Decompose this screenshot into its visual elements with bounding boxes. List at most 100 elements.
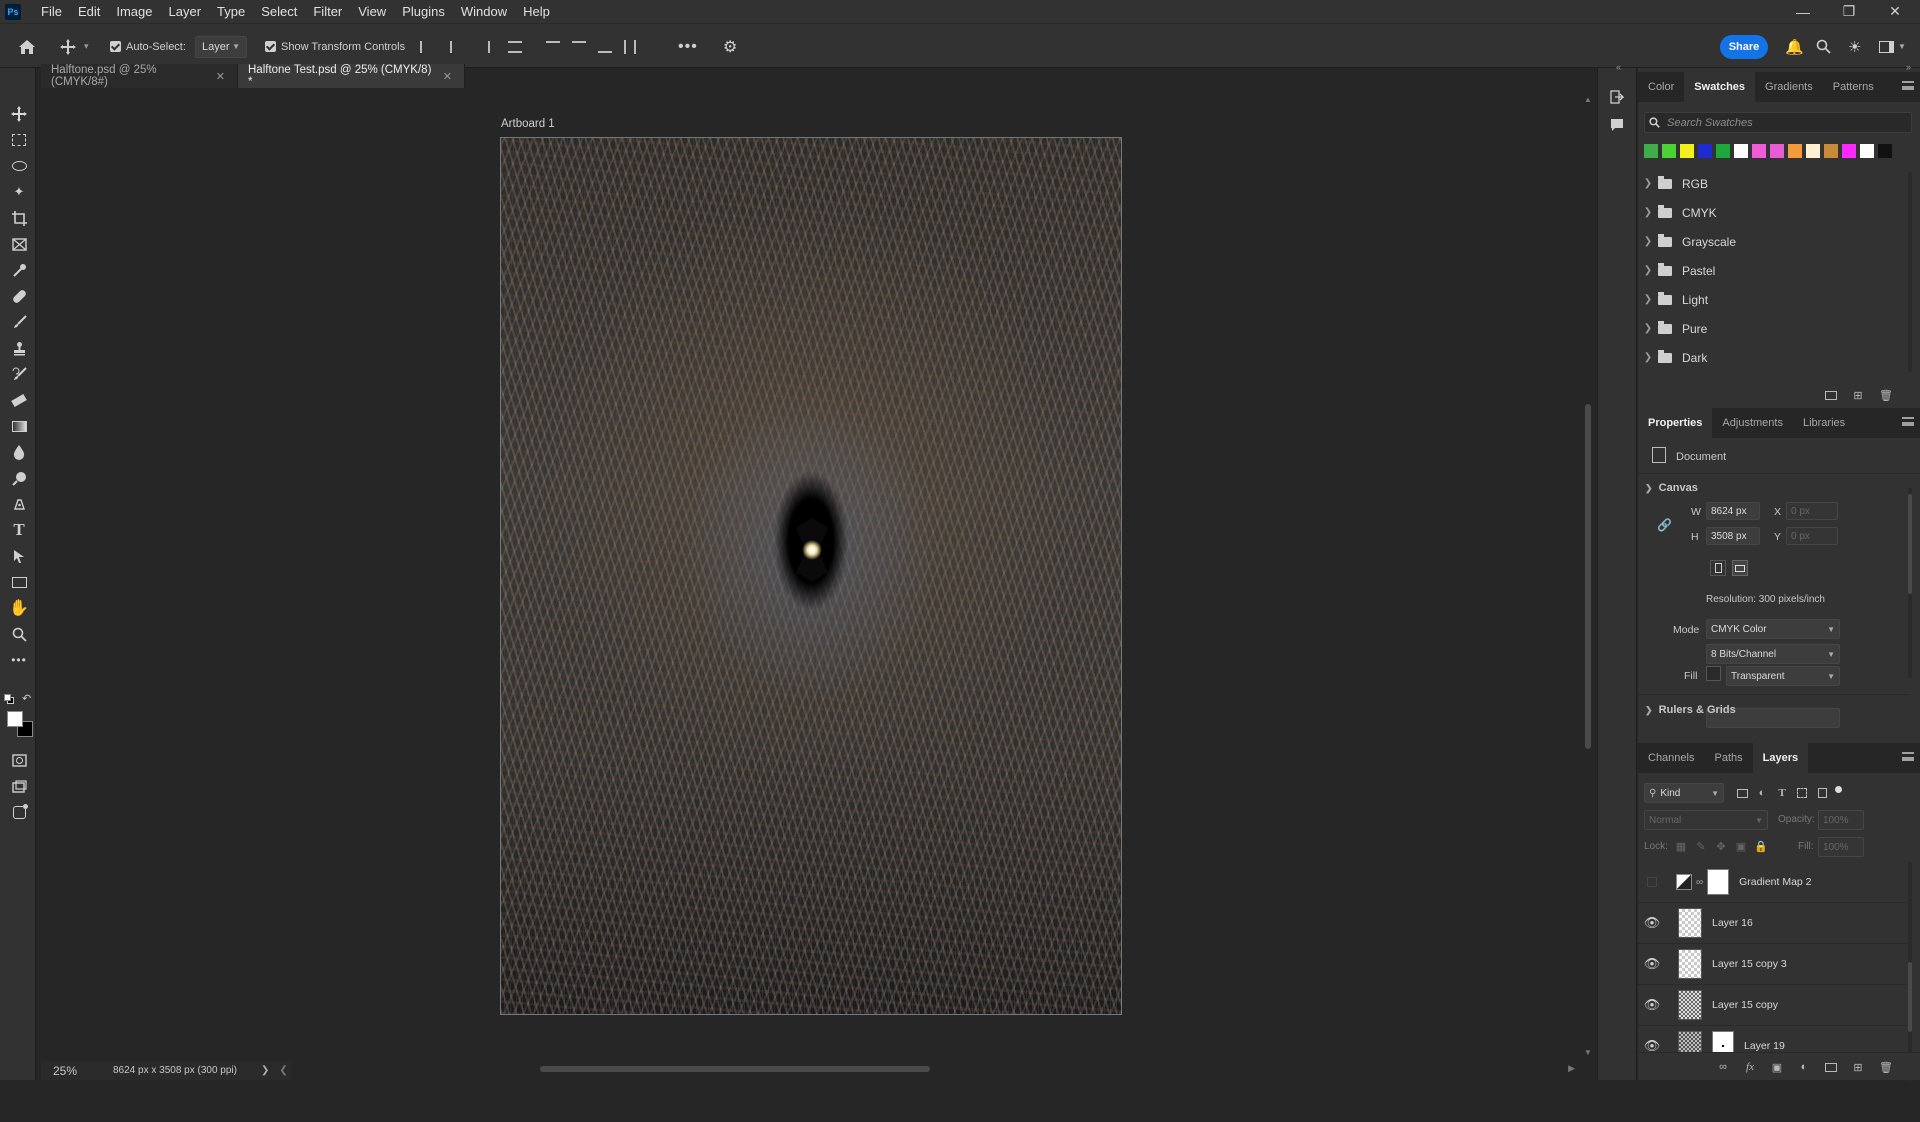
menu-layer[interactable]: Layer (161, 0, 210, 23)
fill-color-swatch[interactable] (1706, 666, 1721, 681)
eye-icon[interactable]: 👁 (1638, 997, 1666, 1013)
menu-window[interactable]: Window (453, 0, 515, 23)
menu-type[interactable]: Type (209, 0, 253, 23)
horizontal-scrollbar[interactable]: ▶ (290, 1062, 1581, 1076)
share-button[interactable]: Share (1720, 34, 1768, 59)
new-adjustment-layer-icon[interactable]: ◐ (1797, 1060, 1811, 1074)
recent-swatch[interactable] (1644, 144, 1658, 158)
recent-swatch[interactable] (1716, 144, 1730, 158)
filter-smart-objects-icon[interactable] (1815, 786, 1829, 800)
recent-swatch[interactable] (1770, 144, 1784, 158)
tab-color[interactable]: Color (1638, 72, 1684, 102)
height-field[interactable]: 3508 px (1706, 527, 1760, 545)
fill-dropdown[interactable]: Transparent ▼ (1726, 666, 1840, 686)
layer-visibility-toggle[interactable] (1638, 875, 1666, 890)
width-field[interactable]: 8624 px (1706, 502, 1760, 520)
recent-swatch[interactable] (1734, 144, 1748, 158)
layer-filter-kind-dropdown[interactable]: ⚲ Kind ▼ (1644, 783, 1724, 803)
properties-scrollbar[interactable] (1908, 488, 1912, 678)
swatches-search-input[interactable]: Search Swatches (1644, 112, 1912, 133)
close-icon[interactable]: ✕ (443, 70, 452, 83)
swap-colors-icon[interactable]: ↶ (22, 692, 31, 705)
menu-edit[interactable]: Edit (70, 0, 108, 23)
bell-icon[interactable]: 🔔 (1785, 24, 1804, 69)
collapse-dock-icon[interactable]: « (1616, 62, 1621, 72)
pen-tool-icon[interactable] (8, 493, 30, 515)
align-center-horizontal-icon[interactable] (450, 40, 464, 53)
tab-layers[interactable]: Layers (1752, 743, 1809, 773)
zoom-level[interactable]: 25% (41, 1064, 91, 1078)
menu-plugins[interactable]: Plugins (394, 0, 453, 23)
lightbulb-icon[interactable]: ☀ (1848, 24, 1861, 69)
healing-brush-tool-icon[interactable] (8, 285, 30, 307)
align-bottom-icon[interactable] (598, 41, 612, 53)
recent-swatch[interactable] (1806, 144, 1820, 158)
workspace-icon[interactable]: ▼ (1879, 24, 1906, 69)
quick-mask-icon[interactable] (8, 749, 30, 771)
blur-tool-icon[interactable] (8, 441, 30, 463)
swatches-scrollbar[interactable] (1908, 172, 1912, 372)
panel-menu-icon[interactable] (1902, 81, 1914, 90)
swatch-folder-pastel[interactable]: ❯ Pastel (1638, 256, 1906, 285)
filter-adjustment-layers-icon[interactable]: ◐ (1755, 786, 1769, 800)
menu-image[interactable]: Image (108, 0, 160, 23)
close-icon[interactable]: ✕ (216, 70, 225, 83)
search-icon[interactable] (1816, 24, 1831, 69)
minimize-button[interactable]: — (1780, 0, 1826, 23)
artboard-title[interactable]: Artboard 1 (501, 118, 555, 130)
auto-select-target-dropdown[interactable]: Layer ▼ (195, 35, 247, 58)
link-dimensions-icon[interactable]: 🔗 (1657, 518, 1672, 532)
restore-button[interactable]: ❐ (1826, 0, 1872, 23)
filter-pixel-layers-icon[interactable] (1735, 786, 1749, 800)
tab-channels[interactable]: Channels (1638, 743, 1704, 773)
canvas-section-header[interactable]: ❯ Canvas (1645, 482, 1698, 494)
trash-icon[interactable]: 🗑 (1879, 1060, 1893, 1074)
distribute-vertical-icon[interactable] (508, 40, 522, 53)
filter-type-layers-icon[interactable]: T (1775, 786, 1789, 800)
layer-row-layer-15-copy[interactable]: 👁 Layer 15 copy (1638, 985, 1910, 1026)
marquee-tool-icon[interactable] (8, 129, 30, 151)
filter-toggle-icon[interactable] (1831, 782, 1845, 796)
align-top-icon[interactable] (546, 40, 560, 53)
recent-swatch[interactable] (1788, 144, 1802, 158)
generative-fill-icon[interactable] (8, 801, 30, 823)
recent-swatch[interactable] (1680, 144, 1694, 158)
rulers-grids-section-header[interactable]: ❯ Rulers & Grids (1645, 704, 1736, 716)
swatch-folder-rgb[interactable]: ❯ RGB (1638, 169, 1906, 198)
layer-row-gradient-map-2[interactable]: ∞ Gradient Map 2 (1638, 862, 1910, 903)
tab-patterns[interactable]: Patterns (1823, 72, 1884, 102)
auto-select-checkbox[interactable]: Auto-Select: (110, 24, 186, 69)
layer-mask-thumbnail[interactable] (1707, 869, 1730, 895)
align-left-icon[interactable] (420, 40, 434, 53)
edit-toolbar-icon[interactable]: ••• (8, 649, 30, 671)
distribute-horizontal-icon[interactable] (624, 39, 636, 54)
comments-panel-icon[interactable] (1610, 118, 1624, 132)
recent-swatch[interactable] (1860, 144, 1874, 158)
history-panel-icon[interactable] (1610, 90, 1625, 104)
screen-mode-icon[interactable] (8, 775, 30, 797)
horizontal-scroll-thumb[interactable] (540, 1066, 930, 1072)
menu-view[interactable]: View (350, 0, 394, 23)
frame-tool-icon[interactable] (8, 233, 30, 255)
vertical-scroll-thumb[interactable] (1585, 404, 1591, 749)
default-colors-icon[interactable] (4, 694, 14, 704)
recent-swatch[interactable] (1752, 144, 1766, 158)
align-middle-vertical-icon[interactable] (572, 40, 586, 53)
rectangle-tool-icon[interactable] (8, 571, 30, 593)
scroll-left-icon[interactable]: ❮ (279, 1065, 287, 1076)
swatch-folder-dark[interactable]: ❯ Dark (1638, 343, 1906, 372)
swatch-folder-grayscale[interactable]: ❯ Grayscale (1638, 227, 1906, 256)
filter-shape-layers-icon[interactable] (1795, 786, 1809, 800)
landscape-orientation-icon[interactable] (1732, 560, 1748, 576)
panel-menu-icon[interactable] (1902, 417, 1914, 426)
lasso-tool-icon[interactable] (8, 155, 30, 177)
recent-swatch[interactable] (1698, 144, 1712, 158)
tab-adjustments[interactable]: Adjustments (1712, 408, 1793, 438)
menu-help[interactable]: Help (515, 0, 558, 23)
more-options-icon[interactable]: ••• (678, 24, 698, 69)
close-window-button[interactable]: ✕ (1872, 0, 1918, 23)
crop-tool-icon[interactable] (8, 207, 30, 229)
hand-tool-icon[interactable]: ✋ (8, 597, 30, 619)
tab-paths[interactable]: Paths (1704, 743, 1752, 773)
eye-icon[interactable]: 👁 (1638, 915, 1666, 931)
